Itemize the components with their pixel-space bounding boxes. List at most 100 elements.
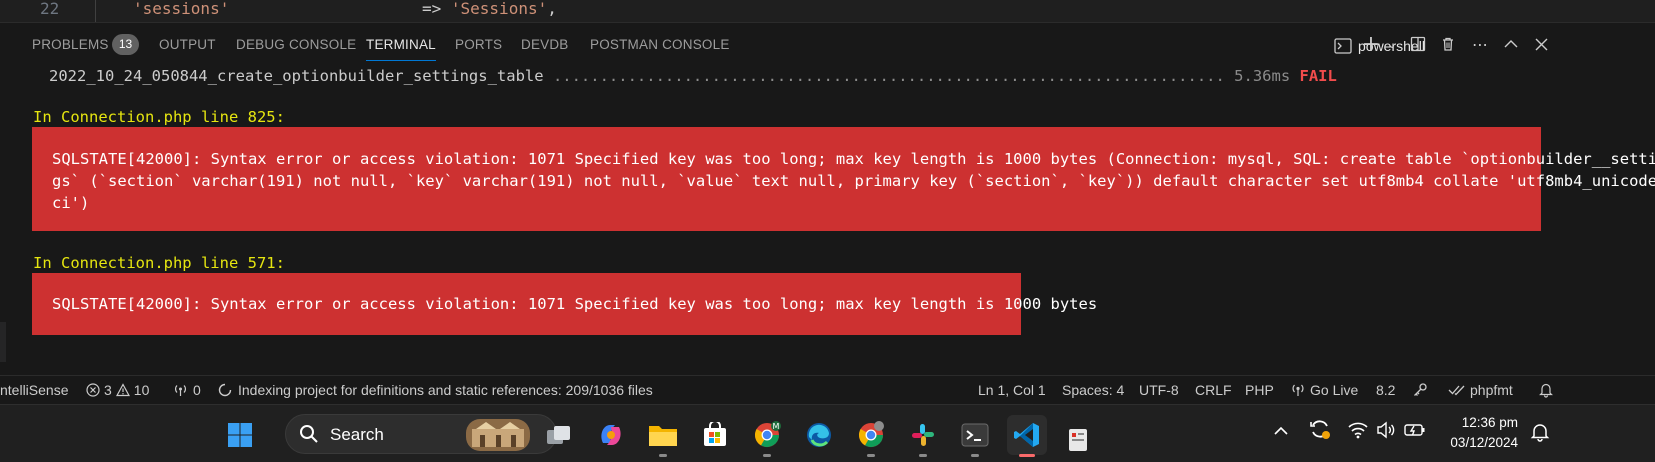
split-terminal-icon[interactable] bbox=[1408, 34, 1428, 54]
search-icon bbox=[300, 425, 318, 443]
encoding[interactable]: UTF-8 bbox=[1139, 382, 1179, 398]
clock-date: 03/12/2024 bbox=[1450, 435, 1518, 450]
broadcast-icon bbox=[175, 385, 186, 396]
ports-count: 0 bbox=[193, 382, 201, 398]
status-bar: ntelliSense 3 10 0 Indexing project for … bbox=[0, 375, 1655, 404]
language-mode[interactable]: PHP bbox=[1245, 382, 1274, 398]
svg-text:M: M bbox=[773, 422, 780, 431]
chrome-profile-m-icon[interactable]: M bbox=[747, 415, 787, 457]
tab-terminal[interactable]: TERMINAL bbox=[366, 37, 436, 61]
system-clock[interactable]: 12:36 pm 03/12/2024 bbox=[1438, 413, 1518, 453]
error1-line-3: ci') bbox=[52, 194, 90, 212]
volume-icon[interactable] bbox=[1376, 421, 1396, 444]
editor-area[interactable]: 22 'sessions' => 'Sessions', bbox=[0, 0, 1655, 22]
clock-time: 12:36 pm bbox=[1461, 415, 1518, 430]
tab-postman-console[interactable]: POSTMAN CONSOLE bbox=[590, 37, 730, 52]
code-line[interactable]: 'sessions' => 'Sessions', bbox=[133, 0, 557, 18]
panel-tabbar: PROBLEMS 13 OUTPUT DEBUG CONSOLE TERMINA… bbox=[0, 22, 1655, 62]
pinned-app-icon[interactable] bbox=[1063, 421, 1093, 455]
indexing-status[interactable]: Indexing project for definitions and sta… bbox=[218, 382, 653, 398]
maximize-panel-icon[interactable] bbox=[1501, 34, 1521, 54]
microsoft-store-icon[interactable] bbox=[695, 415, 735, 455]
edge-icon[interactable] bbox=[799, 415, 839, 455]
close-icon[interactable] bbox=[1531, 34, 1551, 54]
terminal-icon bbox=[1334, 38, 1352, 54]
terminal-output[interactable]: 2022_10_24_050844_create_optionbuilder_s… bbox=[0, 62, 1655, 375]
tab-problems[interactable]: PROBLEMS bbox=[32, 37, 109, 52]
error1-box: SQLSTATE[42000]: Syntax error or access … bbox=[32, 127, 1655, 231]
migration-name: 2022_10_24_050844_create_optionbuilder_s… bbox=[49, 67, 544, 85]
loading-spinner-icon bbox=[218, 383, 232, 397]
running-indicator bbox=[971, 454, 979, 457]
migration-status: FAIL bbox=[1299, 67, 1337, 85]
ports-status[interactable]: 0 bbox=[173, 382, 201, 398]
go-live-button[interactable]: Go Live bbox=[1291, 382, 1358, 398]
line-ending[interactable]: CRLF bbox=[1195, 382, 1232, 398]
code-key: 'sessions' bbox=[133, 0, 230, 18]
tab-output[interactable]: OUTPUT bbox=[159, 37, 216, 52]
search-label: Search bbox=[330, 425, 384, 444]
tab-debug-console[interactable]: DEBUG CONSOLE bbox=[236, 37, 356, 52]
key-icon[interactable] bbox=[1412, 382, 1428, 401]
error-icon bbox=[86, 383, 100, 397]
phpfmt-label: phpfmt bbox=[1470, 382, 1513, 398]
error1-line-2: gs` (`section` varchar(191) not null, `k… bbox=[52, 172, 1655, 190]
php-version[interactable]: 8.2 bbox=[1376, 382, 1395, 398]
more-actions-icon[interactable]: ⋯ bbox=[1470, 34, 1490, 54]
intellisense-status[interactable]: ntelliSense bbox=[0, 382, 69, 398]
taskbar-search[interactable]: Search bbox=[285, 414, 557, 454]
notification-center-icon[interactable] bbox=[1530, 422, 1550, 447]
running-indicator bbox=[659, 454, 667, 457]
windows-taskbar: Search M 12:36 pm 03/12/2024 bbox=[0, 404, 1655, 462]
code-value: 'Sessions' bbox=[450, 0, 548, 18]
go-live-label: Go Live bbox=[1310, 382, 1359, 398]
chevron-down-icon[interactable]: ⌄ bbox=[1382, 34, 1402, 54]
notification-bell-icon[interactable] bbox=[1539, 382, 1553, 401]
sync-icon[interactable] bbox=[1308, 417, 1332, 446]
active-indicator bbox=[1019, 454, 1035, 457]
problems-status[interactable]: 3 10 bbox=[86, 382, 149, 398]
code-tail: , bbox=[547, 0, 557, 18]
code-spacer bbox=[229, 0, 422, 18]
tab-devdb[interactable]: DEVDB bbox=[521, 37, 569, 52]
file-explorer-icon[interactable] bbox=[643, 415, 683, 457]
search-highlight-icon bbox=[466, 419, 530, 451]
task-view-icon[interactable] bbox=[539, 415, 579, 455]
error-count: 3 bbox=[104, 382, 112, 398]
error2-location: In Connection.php line 571: bbox=[33, 254, 285, 272]
error2-box: SQLSTATE[42000]: Syntax error or access … bbox=[32, 273, 1097, 335]
wifi-icon[interactable] bbox=[1348, 421, 1368, 444]
running-indicator bbox=[763, 454, 771, 457]
trash-icon[interactable] bbox=[1438, 34, 1458, 54]
migration-line: 2022_10_24_050844_create_optionbuilder_s… bbox=[49, 67, 1337, 85]
tab-ports[interactable]: PORTS bbox=[455, 37, 502, 52]
error1-line-1: SQLSTATE[42000]: Syntax error or access … bbox=[52, 150, 1655, 168]
indexing-text: Indexing project for definitions and sta… bbox=[238, 382, 653, 398]
line-number: 22 bbox=[40, 0, 60, 18]
chrome-profile-2-icon[interactable] bbox=[851, 415, 891, 457]
migration-duration: 5.36ms bbox=[1234, 67, 1291, 85]
new-terminal-icon[interactable]: + bbox=[1361, 32, 1381, 57]
windows-start-icon[interactable] bbox=[220, 415, 260, 455]
radio-tower-icon bbox=[1292, 384, 1304, 396]
vscode-icon[interactable] bbox=[1007, 415, 1047, 457]
indent-guide bbox=[95, 0, 96, 22]
battery-charging-icon[interactable] bbox=[1404, 422, 1426, 443]
warning-icon bbox=[115, 383, 130, 397]
indentation[interactable]: Spaces: 4 bbox=[1062, 382, 1124, 398]
cursor-position[interactable]: Ln 1, Col 1 bbox=[978, 382, 1046, 398]
panel-edge bbox=[0, 322, 6, 362]
code-arrow: => bbox=[421, 0, 442, 18]
migration-dots: ........................................… bbox=[552, 67, 1225, 85]
chevron-up-icon[interactable] bbox=[1274, 423, 1288, 441]
warning-count: 10 bbox=[133, 382, 150, 398]
phpfmt-status[interactable]: phpfmt bbox=[1448, 382, 1513, 398]
running-indicator bbox=[867, 454, 875, 457]
windows-terminal-icon[interactable] bbox=[955, 415, 995, 457]
error2-line: SQLSTATE[42000]: Syntax error or access … bbox=[52, 295, 1098, 313]
error1-location: In Connection.php line 825: bbox=[33, 108, 285, 126]
copilot-icon[interactable] bbox=[591, 415, 631, 455]
running-indicator bbox=[919, 454, 927, 457]
check-all-icon bbox=[1448, 385, 1465, 396]
slack-icon[interactable] bbox=[903, 415, 943, 457]
